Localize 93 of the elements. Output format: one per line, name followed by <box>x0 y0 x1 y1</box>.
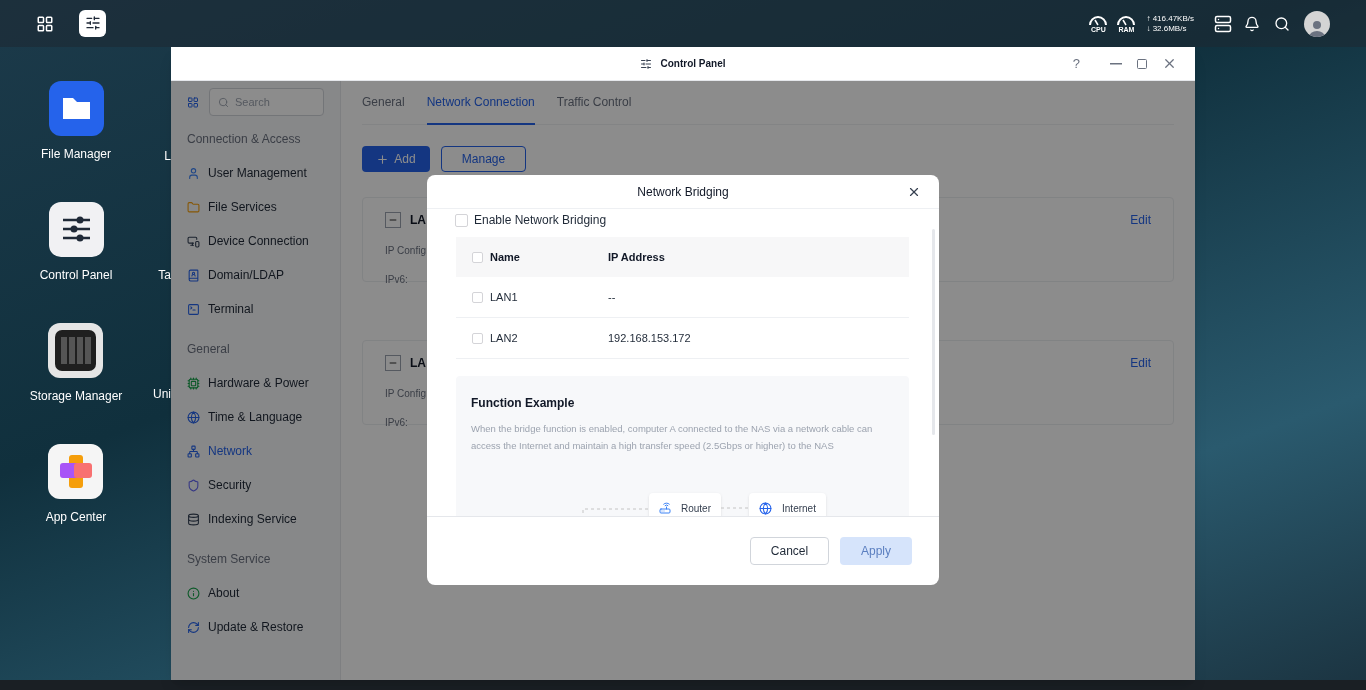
row-checkbox[interactable] <box>472 291 483 303</box>
sidebar-item[interactable]: About <box>187 576 324 610</box>
desktop-icon-label[interactable]: Control Panel <box>39 266 113 284</box>
row-checkbox[interactable] <box>472 332 483 344</box>
sidebar-section-title: General <box>187 341 231 358</box>
globe-icon <box>759 501 772 515</box>
avatar-button[interactable] <box>1304 10 1330 37</box>
card-field-label: IP Config <box>385 387 426 401</box>
search-button[interactable] <box>1274 15 1290 32</box>
card-title: LA <box>410 355 426 372</box>
table-cell-text: -- <box>608 289 616 305</box>
tab[interactable]: General <box>362 80 405 125</box>
storage-app-icon <box>48 323 104 378</box>
sidebar-item[interactable]: Indexing Service <box>187 502 324 536</box>
apps-menu-button[interactable] <box>36 14 54 33</box>
contact-book-icon <box>187 268 200 282</box>
sidebar-section-title: Connection & Access <box>187 131 302 148</box>
sliders-icon <box>84 14 101 31</box>
cancel-button[interactable]: Cancel <box>750 537 829 565</box>
user-icon <box>187 166 200 180</box>
database-icon <box>187 512 200 526</box>
manage-button[interactable]: Manage <box>441 146 526 172</box>
sidebar-section-title: System Service <box>187 551 272 568</box>
desktop-icon-label[interactable]: App Center <box>45 508 107 526</box>
notifications-button[interactable] <box>1244 15 1260 32</box>
desktop-icon-label[interactable]: Uni <box>153 385 171 403</box>
checkbox-label: Enable Network Bridging <box>474 212 607 229</box>
shield-icon <box>187 478 200 492</box>
devices-icon <box>187 234 200 248</box>
folder-app-icon <box>48 81 104 136</box>
sidebar-item[interactable]: User Management <box>187 156 324 190</box>
node-label: Router <box>681 501 711 516</box>
minimize-icon <box>1110 62 1122 65</box>
taskbar-app-button[interactable] <box>79 10 106 37</box>
table-cell-text: LAN1 <box>490 289 518 305</box>
desktop-icon-label[interactable]: File Manager <box>41 145 111 163</box>
example-title: Function Example <box>471 395 576 412</box>
network-icon <box>187 444 200 458</box>
close-icon <box>1162 56 1177 71</box>
help-button[interactable]: ? <box>1072 53 1080 74</box>
apps-app-icon <box>48 444 104 499</box>
ram-gauge-icon <box>1116 14 1137 26</box>
tab[interactable]: Network Connection <box>426 80 535 125</box>
sliders-app-icon <box>48 202 104 257</box>
folder-icon <box>187 200 200 214</box>
sidebar-item[interactable]: Time & Language <box>187 400 324 434</box>
card-field-label: IPv6: <box>385 416 408 430</box>
cpu-gauge-icon <box>1088 14 1109 26</box>
globe-icon <box>187 410 200 424</box>
column-header: IP Address <box>608 249 665 265</box>
sidebar-item[interactable]: Update & Restore <box>187 610 324 644</box>
desktop-icon-label[interactable]: Ta <box>158 266 171 284</box>
maximize-button[interactable] <box>1136 57 1148 70</box>
dialog-title: Network Bridging <box>637 183 729 201</box>
example-description: When the bridge function is enabled, computer A connected to the NAS via a network cable can access the Internet and maintain a high transfer speed (2.5Gbps or higher) to the NAS <box>471 422 874 453</box>
enable-checkbox[interactable] <box>455 213 468 227</box>
desktop-icon-label[interactable]: Storage Manager <box>29 387 123 405</box>
minimize-button[interactable] <box>1110 62 1122 65</box>
window-title: Control Panel <box>660 57 726 71</box>
chip-icon <box>187 376 200 390</box>
sidebar-item[interactable]: Hardware & Power <box>187 366 324 400</box>
table-cell-text: 192.168.153.172 <box>608 330 691 346</box>
column-header: Name <box>490 249 520 265</box>
sidebar-item[interactable]: Terminal <box>187 292 324 326</box>
terminal-icon <box>187 302 200 316</box>
select-all-checkbox[interactable] <box>472 251 483 263</box>
sidebar-item[interactable]: Security <box>187 468 324 502</box>
close-button[interactable] <box>1162 56 1177 71</box>
upload-speed: ↑ 416.47KB/s <box>1146 13 1194 24</box>
sliders-icon <box>640 57 653 70</box>
tab[interactable]: Traffic Control <box>556 80 632 125</box>
desktop-icon-label[interactable]: L <box>164 147 171 165</box>
download-speed: ↓ 32.6MB/s <box>1146 23 1188 34</box>
refresh-icon <box>187 620 200 634</box>
plus-icon <box>376 152 390 166</box>
table-cell-text: LAN2 <box>490 330 518 346</box>
node-label: Internet <box>782 501 816 516</box>
maximize-icon <box>1136 57 1148 70</box>
add-button[interactable]: Add <box>362 146 430 172</box>
storage-status-button[interactable] <box>1214 14 1232 33</box>
router-icon <box>659 502 671 514</box>
apps-grid-icon <box>187 94 199 110</box>
sidebar-item[interactable]: File Services <box>187 190 324 224</box>
edit-link[interactable]: Edit <box>1130 211 1151 229</box>
info-icon <box>187 586 200 600</box>
card-field-label: IP Config <box>385 244 426 258</box>
sidebar-item[interactable]: Domain/LDAP <box>187 258 324 292</box>
card-field-label: IPv6: <box>385 273 408 287</box>
edit-link[interactable]: Edit <box>1130 354 1151 372</box>
search-icon <box>218 96 229 108</box>
sidebar-item[interactable]: Network <box>187 434 324 468</box>
card-title: LA <box>410 212 426 229</box>
sidebar-item[interactable]: Device Connection <box>187 224 324 258</box>
